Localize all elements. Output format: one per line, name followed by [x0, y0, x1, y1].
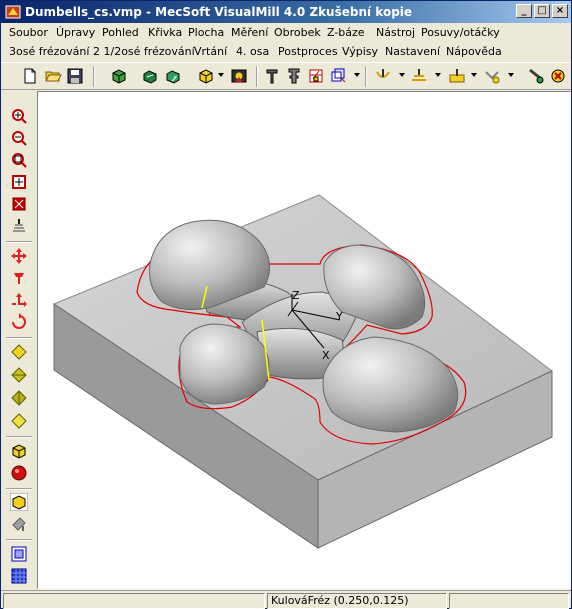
- 3d-viewport[interactable]: Z Y X: [37, 91, 571, 589]
- toolbar-separator: [6, 241, 32, 243]
- view-front-icon[interactable]: [10, 366, 28, 384]
- title-bar[interactable]: Dumbells_cs.vmp - MecSoft VisualMill 4.0…: [1, 1, 571, 23]
- box-dropdown[interactable]: [218, 73, 224, 77]
- axis-label-z: Z: [292, 289, 300, 302]
- menu-soubor[interactable]: Soubor: [9, 26, 48, 39]
- toolbar-separator: [256, 66, 258, 87]
- layer-icon[interactable]: [10, 567, 28, 585]
- toolbar-separator: [6, 436, 32, 438]
- stock-icon[interactable]: [110, 67, 128, 85]
- menu-napoveda[interactable]: Nápověda: [446, 45, 502, 58]
- menu-postproces[interactable]: Postproces: [278, 45, 338, 58]
- cube-icon[interactable]: [329, 67, 347, 85]
- spin-icon[interactable]: [10, 313, 28, 331]
- model-canvas[interactable]: Z Y X: [38, 92, 570, 588]
- window-title: Dumbells_cs.vmp - MecSoft VisualMill 4.0…: [25, 5, 413, 19]
- box-icon[interactable]: [197, 67, 215, 85]
- menu-pohled[interactable]: Pohled: [102, 26, 139, 39]
- menu-z-baze[interactable]: Z-báze: [327, 26, 365, 39]
- pocket-icon[interactable]: [448, 67, 466, 85]
- view-iso-icon[interactable]: [10, 389, 28, 407]
- menu-3ose-frezovani[interactable]: 3osé frézování: [9, 45, 89, 58]
- zlevel-dropdown[interactable]: [435, 73, 441, 77]
- menu-nastroj[interactable]: Nástroj: [376, 26, 415, 39]
- application-window: Dumbells_cs.vmp - MecSoft VisualMill 4.0…: [0, 0, 572, 609]
- csys-icon[interactable]: [164, 67, 182, 85]
- menu-bar-1: Soubor Úpravy Pohled Křivka Plocha Měřen…: [1, 23, 571, 42]
- menu-krivka[interactable]: Křivka: [148, 26, 182, 39]
- toolbar-separator: [6, 488, 32, 490]
- view-right-icon[interactable]: [10, 412, 28, 430]
- tool-holder-icon[interactable]: [285, 67, 303, 85]
- zoom-window-icon[interactable]: [10, 151, 28, 169]
- menu-2-5ose-frezovani[interactable]: 2 1/2osé frézování: [93, 45, 195, 58]
- sphere-icon[interactable]: [10, 464, 28, 482]
- axis-label-x: X: [322, 349, 330, 362]
- wireframe-icon[interactable]: [10, 493, 28, 511]
- menu-upravy[interactable]: Úpravy: [56, 26, 95, 39]
- menu-vrtani[interactable]: Vrtání: [194, 45, 227, 58]
- minimize-button[interactable]: _: [516, 4, 532, 18]
- rotate-icon[interactable]: [10, 291, 28, 309]
- simulate-icon[interactable]: [526, 67, 544, 85]
- level-icon[interactable]: [10, 217, 28, 235]
- move-up-icon[interactable]: [10, 269, 28, 287]
- close-button[interactable]: ×: [552, 4, 568, 18]
- toolbar-separator: [6, 539, 32, 541]
- toolpath-icon[interactable]: [374, 67, 392, 85]
- zoom-out-icon[interactable]: [10, 129, 28, 147]
- status-bar: KulováFréz (0.250,0.125): [1, 590, 571, 609]
- axis-label-y: Y: [335, 310, 343, 323]
- tool-icon[interactable]: [263, 67, 281, 85]
- drill-dropdown[interactable]: [508, 73, 514, 77]
- image-icon[interactable]: [230, 67, 248, 85]
- toolbar-separator: [93, 66, 95, 87]
- menu-mereni[interactable]: Měření: [231, 26, 268, 39]
- stop-icon[interactable]: [549, 67, 567, 85]
- view-top-icon[interactable]: [10, 343, 28, 361]
- zoom-extents-icon[interactable]: [10, 173, 28, 191]
- menu-posuvy[interactable]: Posuvy/otáčky: [421, 26, 500, 39]
- main-toolbar: [1, 62, 571, 90]
- grid-icon[interactable]: [10, 545, 28, 563]
- menu-vypisy[interactable]: Výpisy: [342, 45, 378, 58]
- zlevel-icon[interactable]: [410, 67, 428, 85]
- machining-icon[interactable]: [307, 67, 325, 85]
- menu-nastaveni[interactable]: Nastavení: [385, 45, 440, 58]
- menu-bar-2: 3osé frézování 2 1/2osé frézování Vrtání…: [1, 42, 571, 61]
- maximize-button[interactable]: □: [534, 4, 550, 18]
- pan-icon[interactable]: [10, 247, 28, 265]
- app-icon: [5, 5, 21, 19]
- status-extra: [449, 593, 569, 609]
- toolbar-separator: [365, 66, 367, 87]
- view-toolbar: [1, 91, 37, 591]
- new-file-icon[interactable]: [21, 67, 39, 85]
- part-icon[interactable]: [141, 67, 159, 85]
- shade-icon[interactable]: [10, 442, 28, 460]
- cube-dropdown[interactable]: [354, 73, 360, 77]
- paint-icon[interactable]: [10, 515, 28, 533]
- menu-4-osa[interactable]: 4. osa: [236, 45, 269, 58]
- fit-icon[interactable]: [10, 195, 28, 213]
- toolpath-dropdown[interactable]: [399, 73, 405, 77]
- open-folder-icon[interactable]: [44, 67, 62, 85]
- menu-obrobek[interactable]: Obrobek: [274, 26, 321, 39]
- status-message: [3, 593, 265, 609]
- save-disk-icon[interactable]: [66, 67, 84, 85]
- pocket-dropdown[interactable]: [471, 73, 477, 77]
- zoom-in-icon[interactable]: [10, 107, 28, 125]
- status-tool: KulováFréz (0.250,0.125): [267, 593, 447, 609]
- menu-plocha[interactable]: Plocha: [188, 26, 224, 39]
- drill-icon[interactable]: [483, 67, 501, 85]
- toolbar-separator: [6, 337, 32, 339]
